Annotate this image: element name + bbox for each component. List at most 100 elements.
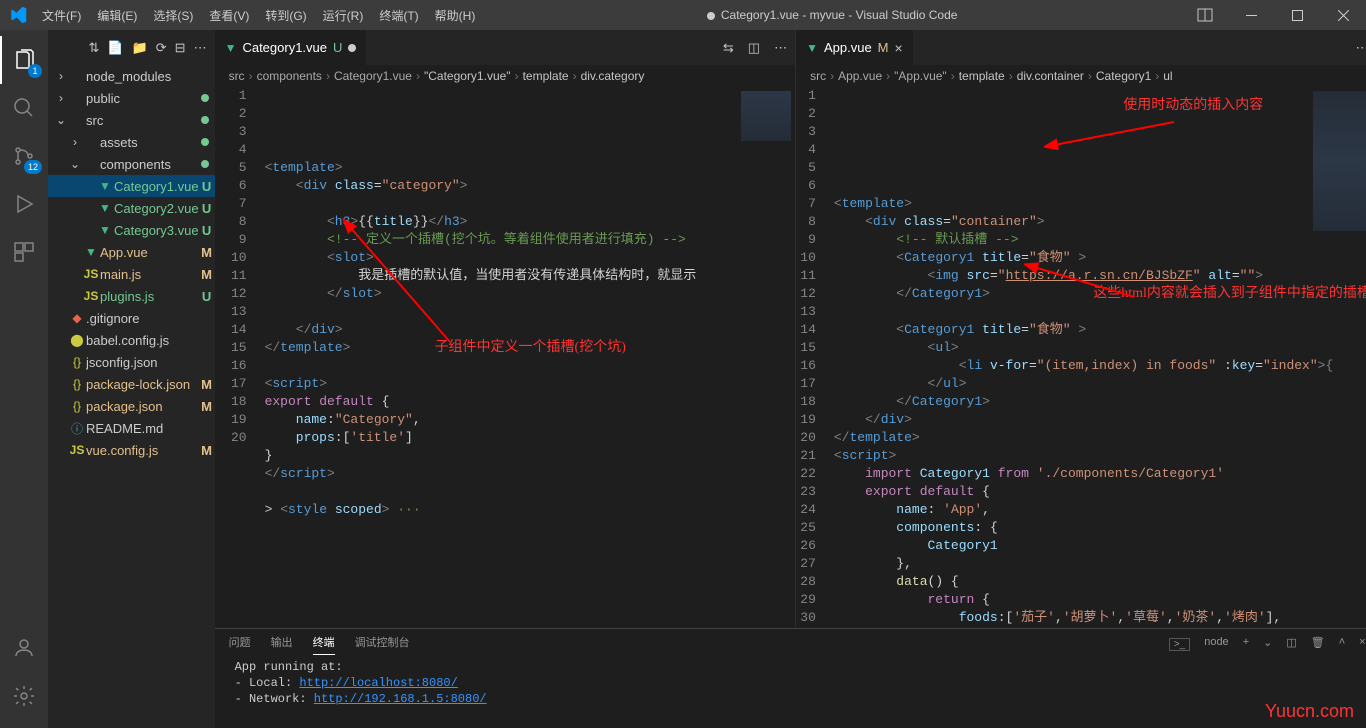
breadcrumb-item[interactable]: div.container <box>1017 69 1084 83</box>
explorer-icon[interactable]: 1 <box>0 36 48 84</box>
gear-icon[interactable] <box>0 672 48 720</box>
tab-label: App.vue <box>824 40 872 55</box>
compare-icon[interactable]: ⇆ <box>723 40 734 56</box>
title-bar: 文件(F)编辑(E)选择(S)查看(V)转到(G)运行(R)终端(T)帮助(H)… <box>0 0 1366 30</box>
folder-item[interactable]: ›public <box>48 87 215 109</box>
file-item[interactable]: ⬤babel.config.js <box>48 329 215 351</box>
file-item[interactable]: JSvue.config.jsM <box>48 439 215 461</box>
explorer-sidebar: ⇅ 📄 📁 ⟳ ⊟ ⋯ ›node_modules›public⌄src›ass… <box>48 30 215 728</box>
badge: 1 <box>28 64 42 78</box>
folder-item[interactable]: ⌄components <box>48 153 215 175</box>
more-icon[interactable]: ⋯ <box>1356 40 1366 56</box>
breadcrumb-item[interactable]: components <box>257 69 322 83</box>
file-item[interactable]: ▼Category3.vueU <box>48 219 215 241</box>
vscode-logo-icon <box>0 6 35 24</box>
new-file-icon[interactable]: 📄 <box>107 40 123 56</box>
minimap[interactable] <box>1333 87 1366 628</box>
panel-tab[interactable]: 终端 <box>313 634 335 655</box>
breadcrumb-item[interactable]: "App.vue" <box>894 69 947 83</box>
file-tree[interactable]: ›node_modules›public⌄src›assets⌄componen… <box>48 65 215 728</box>
window-title: Category1.vue - myvue - Visual Studio Co… <box>482 8 1182 22</box>
breadcrumb-item[interactable]: div.category <box>581 69 645 83</box>
panel-tab[interactable]: 调试控制台 <box>355 634 410 654</box>
panel-tab[interactable]: 输出 <box>271 634 293 654</box>
menu-item[interactable]: 终端(T) <box>372 3 425 28</box>
kill-terminal-icon[interactable]: 🗑 <box>1311 636 1325 653</box>
file-item[interactable]: ▼App.vueM <box>48 241 215 263</box>
search-icon[interactable] <box>0 84 48 132</box>
extensions-icon[interactable] <box>0 228 48 276</box>
gutter: 1234567891011121314151617181920212223242… <box>796 87 834 628</box>
breadcrumb-item[interactable]: template <box>959 69 1005 83</box>
folder-item[interactable]: ›node_modules <box>48 65 215 87</box>
debug-icon[interactable] <box>0 180 48 228</box>
window-controls <box>1228 0 1366 30</box>
minimize-button[interactable] <box>1228 0 1274 30</box>
folder-item[interactable]: ›assets <box>48 131 215 153</box>
breadcrumbs-right[interactable]: src › App.vue › "App.vue" › template › d… <box>796 65 1366 87</box>
explorer-action-icon[interactable]: ⇅ <box>88 40 99 56</box>
tab-category1[interactable]: ▼ Category1.vue U <box>215 30 368 65</box>
tab-git-status: M <box>878 40 889 55</box>
breadcrumb-item[interactable]: Category1 <box>1096 69 1151 83</box>
editor-pane-right: ▼ App.vue M × ⋯ src › App.vue › "App.vue… <box>796 30 1366 628</box>
terminal-name[interactable]: node <box>1204 636 1228 652</box>
menu-item[interactable]: 查看(V) <box>202 3 256 28</box>
close-button[interactable] <box>1320 0 1366 30</box>
menu-item[interactable]: 帮助(H) <box>428 3 483 28</box>
tab-app[interactable]: ▼ App.vue M × <box>796 30 914 65</box>
local-url-link[interactable]: http://localhost:8080/ <box>299 676 457 690</box>
menu-item[interactable]: 选择(S) <box>146 3 200 28</box>
code-editor[interactable]: <template> <div class="category"> <h3>{{… <box>265 87 736 628</box>
collapse-icon[interactable]: ⊟ <box>175 40 186 56</box>
file-item[interactable]: ⓘREADME.md <box>48 417 215 439</box>
annotation-text: 这些html内容就会插入到子组件中指定的插槽位置中 <box>1093 285 1263 303</box>
file-item[interactable]: ▼Category1.vueU <box>48 175 215 197</box>
vue-icon: ▼ <box>225 41 237 55</box>
breadcrumb-item[interactable]: App.vue <box>838 69 882 83</box>
breadcrumb-item[interactable]: ul <box>1163 69 1172 83</box>
close-icon[interactable]: × <box>895 40 903 56</box>
breadcrumb-item[interactable]: src <box>810 69 826 83</box>
file-item[interactable]: {}package-lock.jsonM <box>48 373 215 395</box>
split-editor-icon[interactable]: ◫ <box>748 40 760 56</box>
breadcrumb-item[interactable]: "Category1.vue" <box>424 69 511 83</box>
add-terminal-icon[interactable]: + <box>1243 636 1249 652</box>
new-folder-icon[interactable]: 📁 <box>132 40 148 56</box>
code-editor[interactable]: <template> <div class="container"> <!-- … <box>834 87 1333 628</box>
layout-icon[interactable] <box>1182 0 1228 30</box>
account-icon[interactable] <box>0 624 48 672</box>
menu-item[interactable]: 运行(R) <box>316 3 371 28</box>
refresh-icon[interactable]: ⟳ <box>156 40 167 56</box>
scm-icon[interactable]: 12 <box>0 132 48 180</box>
panel-tab[interactable]: 问题 <box>229 634 251 654</box>
maximize-button[interactable] <box>1274 0 1320 30</box>
breadcrumb-item[interactable]: src <box>229 69 245 83</box>
sidebar-actions: ⇅ 📄 📁 ⟳ ⊟ ⋯ <box>48 30 215 65</box>
breadcrumb-item[interactable]: Category1.vue <box>334 69 412 83</box>
file-item[interactable]: JSmain.jsM <box>48 263 215 285</box>
modified-dot-icon <box>348 44 356 52</box>
network-url-link[interactable]: http://192.168.1.5:8080/ <box>314 692 487 706</box>
file-item[interactable]: ▼Category2.vueU <box>48 197 215 219</box>
dropdown-icon[interactable]: ⌄ <box>1263 636 1272 653</box>
breadcrumb-item[interactable]: template <box>523 69 569 83</box>
terminal-body[interactable]: App running at: - Local: http://localhos… <box>215 659 1366 728</box>
close-panel-icon[interactable]: × <box>1359 636 1365 652</box>
menu-item[interactable]: 文件(F) <box>35 3 88 28</box>
breadcrumbs-left[interactable]: src › components › Category1.vue › "Cate… <box>215 65 796 87</box>
annotation-text: 使用时动态的插入内容 <box>1123 97 1263 115</box>
folder-item[interactable]: ⌄src <box>48 109 215 131</box>
menu-item[interactable]: 转到(G) <box>258 3 313 28</box>
minimap[interactable] <box>735 87 795 628</box>
file-item[interactable]: {}jsconfig.json <box>48 351 215 373</box>
watermark-text: Yuucn.com <box>1265 701 1354 722</box>
menu-item[interactable]: 编辑(E) <box>90 3 144 28</box>
more-icon[interactable]: ⋯ <box>774 40 787 56</box>
file-item[interactable]: JSplugins.jsU <box>48 285 215 307</box>
split-terminal-icon[interactable]: ◫ <box>1286 636 1296 653</box>
file-item[interactable]: ◆.gitignore <box>48 307 215 329</box>
chevron-up-icon[interactable]: ˄ <box>1339 636 1345 652</box>
more-icon[interactable]: ⋯ <box>194 40 207 56</box>
file-item[interactable]: {}package.jsonM <box>48 395 215 417</box>
